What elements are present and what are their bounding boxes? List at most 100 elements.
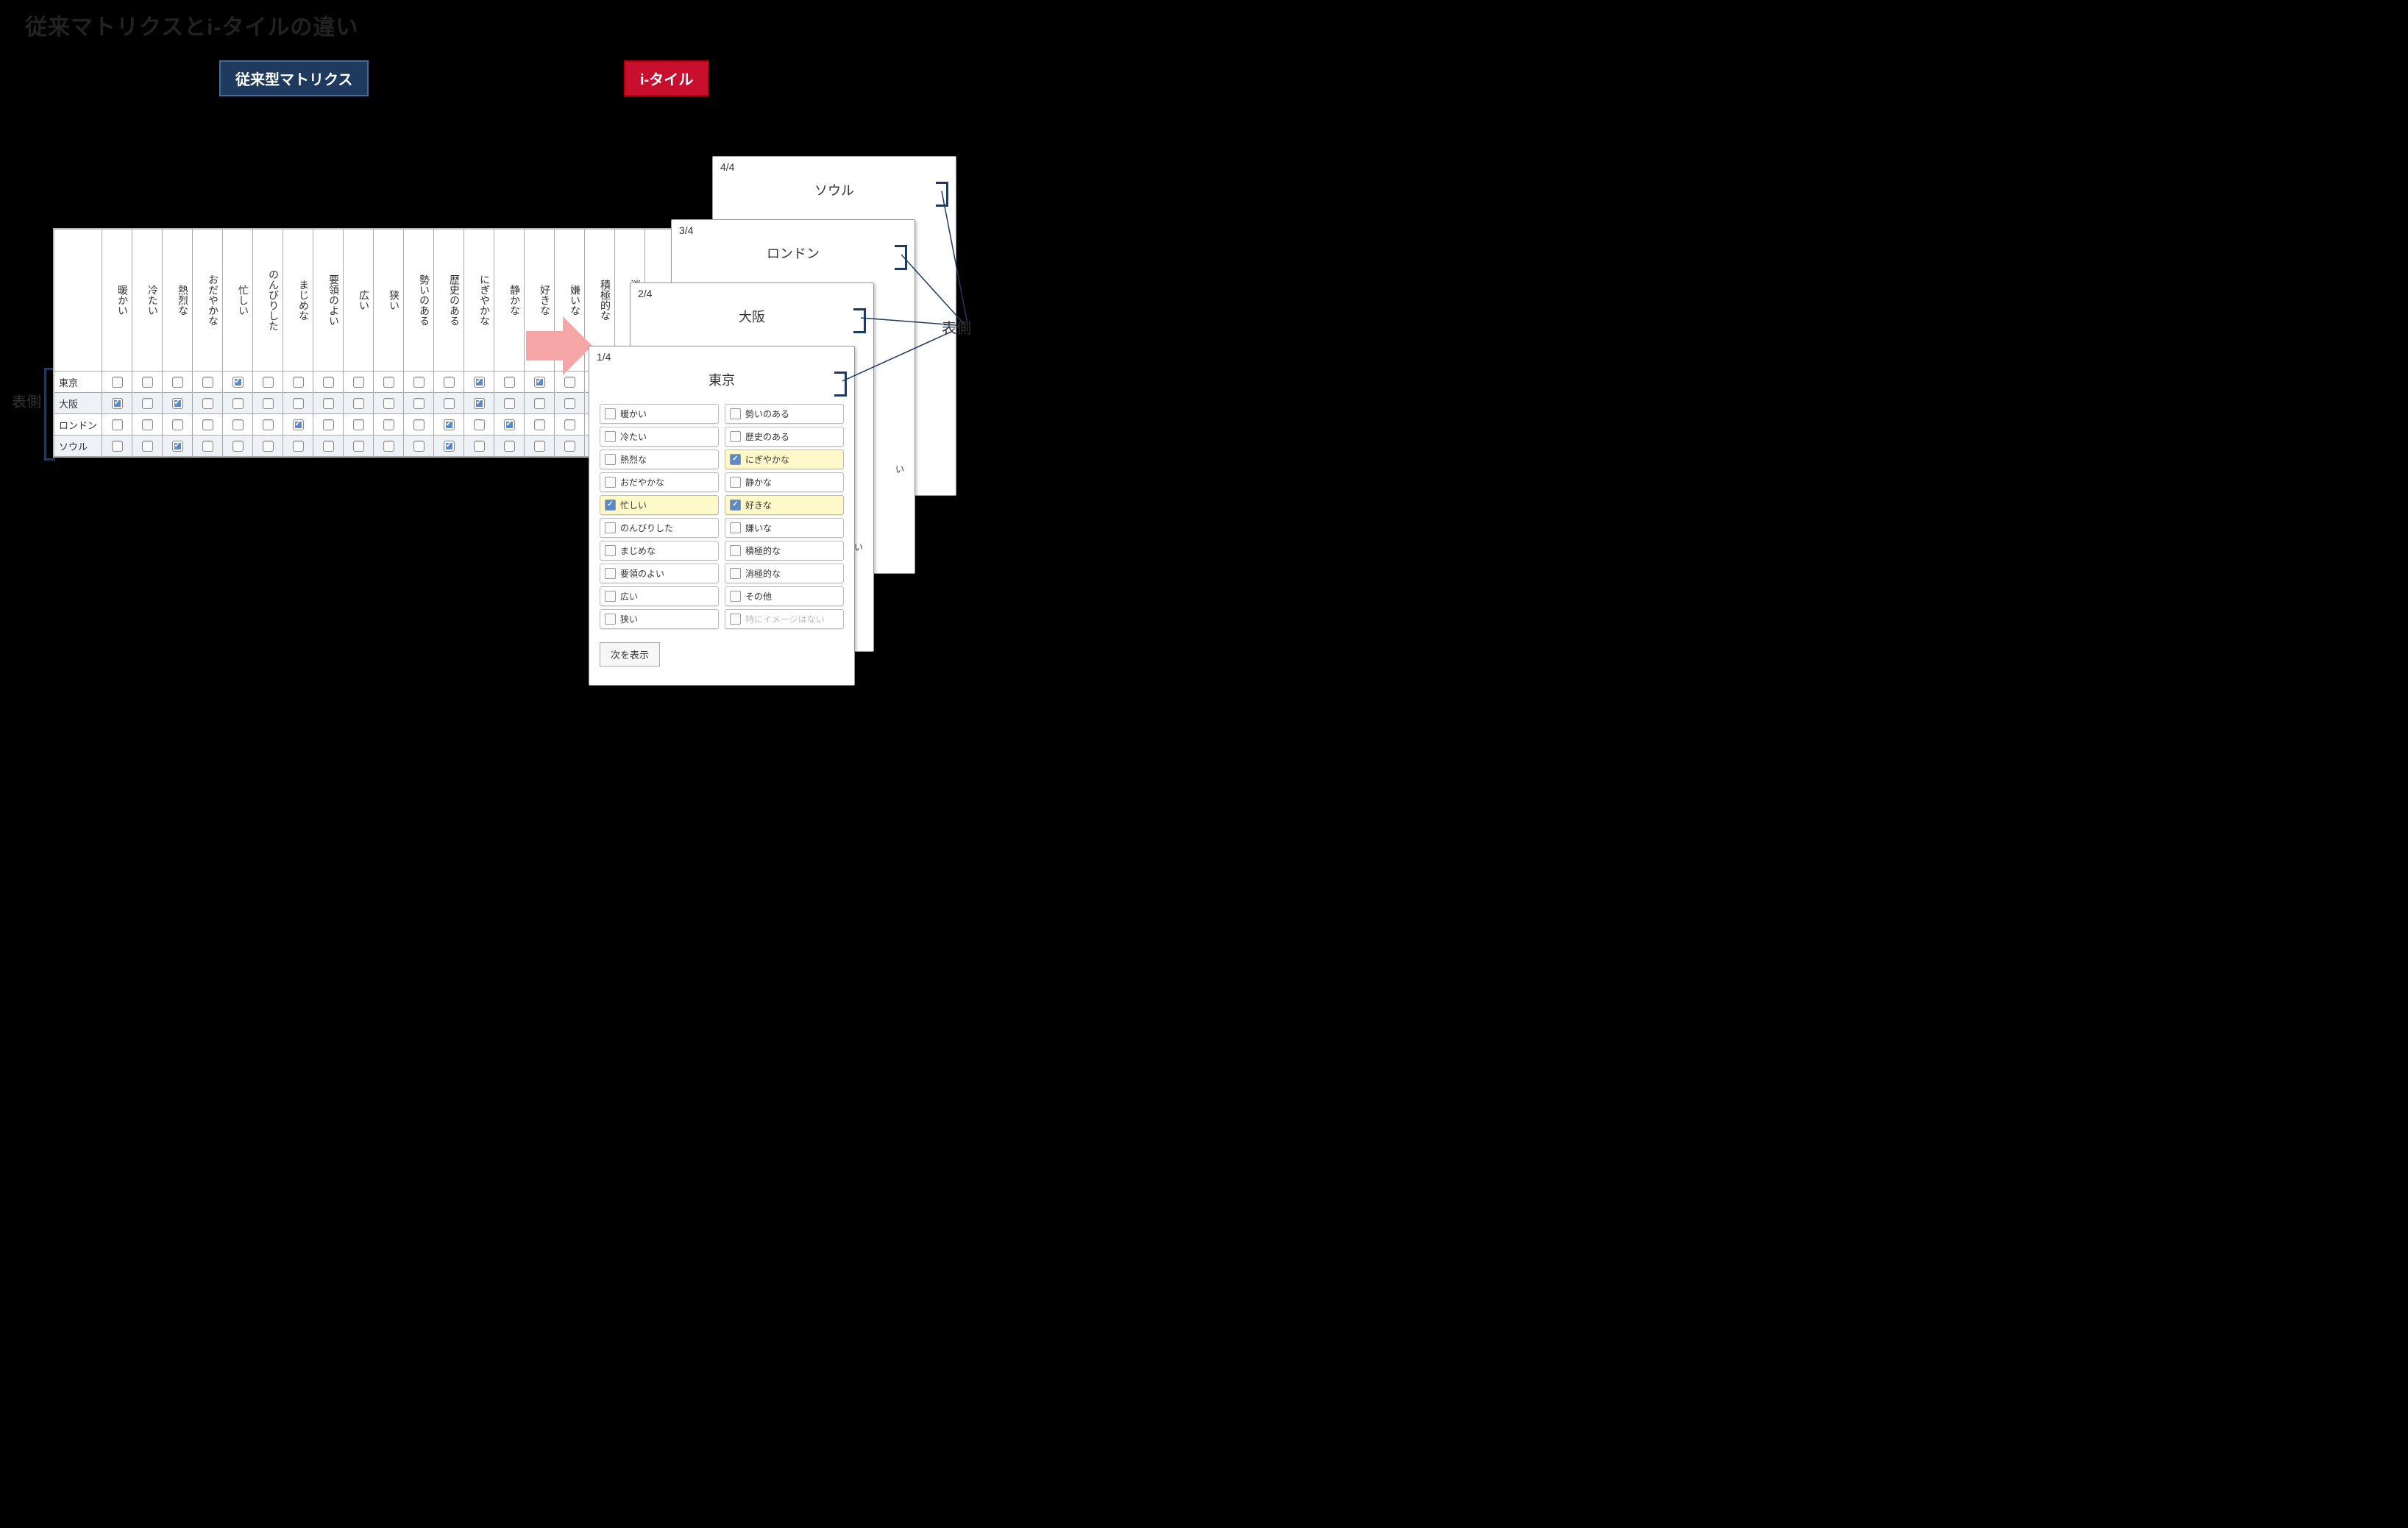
matrix-checkbox[interactable] [172, 419, 183, 430]
matrix-checkbox[interactable] [232, 419, 244, 430]
matrix-checkbox[interactable] [323, 419, 334, 430]
matrix-checkbox[interactable] [172, 398, 183, 409]
tile-option[interactable]: その他 [725, 586, 844, 606]
tile-checkbox[interactable] [605, 431, 616, 442]
matrix-checkbox[interactable] [293, 419, 304, 430]
matrix-checkbox[interactable] [474, 398, 485, 409]
matrix-checkbox[interactable] [534, 419, 545, 430]
tile-option[interactable]: 消極的な [725, 564, 844, 583]
matrix-checkbox[interactable] [444, 441, 455, 452]
tile-checkbox[interactable] [605, 454, 616, 465]
matrix-checkbox[interactable] [474, 419, 485, 430]
tile-option[interactable]: 静かな [725, 472, 844, 492]
matrix-checkbox[interactable] [564, 419, 575, 430]
tile-option[interactable]: 熱烈な [600, 449, 719, 469]
tile-checkbox[interactable] [730, 545, 741, 556]
tile-option[interactable]: まじめな [600, 541, 719, 561]
tile-option[interactable]: にぎやかな [725, 449, 844, 469]
tile-checkbox[interactable] [605, 408, 616, 419]
tile-checkbox[interactable] [730, 568, 741, 579]
matrix-checkbox[interactable] [534, 398, 545, 409]
matrix-checkbox[interactable] [474, 441, 485, 452]
tile-option[interactable]: 冷たい [600, 427, 719, 447]
tile-checkbox[interactable] [730, 522, 741, 533]
tile-checkbox[interactable] [730, 477, 741, 488]
matrix-checkbox[interactable] [142, 398, 153, 409]
tile-option[interactable]: 広い [600, 586, 719, 606]
tile-checkbox[interactable] [730, 614, 741, 625]
tile-option[interactable]: 要領のよい [600, 564, 719, 583]
matrix-checkbox[interactable] [444, 419, 455, 430]
tile-checkbox[interactable] [605, 591, 616, 602]
matrix-checkbox[interactable] [202, 398, 213, 409]
matrix-checkbox[interactable] [353, 419, 364, 430]
matrix-checkbox[interactable] [142, 419, 153, 430]
matrix-checkbox[interactable] [413, 419, 425, 430]
tile-option[interactable]: 歴史のある [725, 427, 844, 447]
matrix-checkbox[interactable] [474, 377, 485, 388]
matrix-checkbox[interactable] [202, 377, 213, 388]
matrix-checkbox[interactable] [353, 398, 364, 409]
tile-checkbox[interactable] [605, 545, 616, 556]
matrix-checkbox[interactable] [263, 377, 274, 388]
tile-option[interactable]: 嫌いな [725, 518, 844, 538]
matrix-checkbox[interactable] [172, 377, 183, 388]
matrix-checkbox[interactable] [112, 419, 123, 430]
matrix-checkbox[interactable] [263, 419, 274, 430]
tile-option[interactable]: 勢いのある [725, 404, 844, 424]
matrix-checkbox[interactable] [534, 377, 545, 388]
tile-option[interactable]: 狭い [600, 609, 719, 629]
matrix-checkbox[interactable] [263, 398, 274, 409]
matrix-checkbox[interactable] [413, 398, 425, 409]
matrix-checkbox[interactable] [142, 377, 153, 388]
matrix-checkbox[interactable] [564, 398, 575, 409]
matrix-checkbox[interactable] [293, 441, 304, 452]
tile-checkbox[interactable] [730, 500, 741, 511]
matrix-checkbox[interactable] [142, 441, 153, 452]
matrix-checkbox[interactable] [504, 398, 515, 409]
matrix-checkbox[interactable] [293, 377, 304, 388]
tile-option[interactable]: のんびりした [600, 518, 719, 538]
tile-checkbox[interactable] [605, 568, 616, 579]
matrix-checkbox[interactable] [383, 398, 394, 409]
matrix-checkbox[interactable] [323, 441, 334, 452]
matrix-checkbox[interactable] [444, 398, 455, 409]
matrix-checkbox[interactable] [413, 377, 425, 388]
matrix-checkbox[interactable] [202, 441, 213, 452]
matrix-checkbox[interactable] [383, 377, 394, 388]
next-button[interactable]: 次を表示 [600, 642, 660, 667]
matrix-checkbox[interactable] [263, 441, 274, 452]
matrix-checkbox[interactable] [112, 377, 123, 388]
tile-option[interactable]: 積極的な [725, 541, 844, 561]
matrix-checkbox[interactable] [232, 377, 244, 388]
matrix-checkbox[interactable] [383, 419, 394, 430]
tile-checkbox[interactable] [730, 431, 741, 442]
tile-option[interactable]: 特にイメージはない [725, 609, 844, 629]
matrix-checkbox[interactable] [232, 441, 244, 452]
matrix-checkbox[interactable] [353, 441, 364, 452]
matrix-checkbox[interactable] [564, 377, 575, 388]
matrix-checkbox[interactable] [504, 441, 515, 452]
tile-checkbox[interactable] [730, 454, 741, 465]
tile-option[interactable]: 好きな [725, 495, 844, 515]
matrix-checkbox[interactable] [293, 398, 304, 409]
tile-option[interactable]: 忙しい [600, 495, 719, 515]
tile-option[interactable]: おだやかな [600, 472, 719, 492]
matrix-checkbox[interactable] [112, 398, 123, 409]
matrix-checkbox[interactable] [202, 419, 213, 430]
matrix-checkbox[interactable] [504, 419, 515, 430]
tile-checkbox[interactable] [605, 614, 616, 625]
matrix-checkbox[interactable] [353, 377, 364, 388]
tile-checkbox[interactable] [730, 591, 741, 602]
matrix-checkbox[interactable] [383, 441, 394, 452]
matrix-checkbox[interactable] [504, 377, 515, 388]
tile-checkbox[interactable] [605, 477, 616, 488]
tile-checkbox[interactable] [730, 408, 741, 419]
matrix-checkbox[interactable] [413, 441, 425, 452]
tile-checkbox[interactable] [605, 522, 616, 533]
tile-option[interactable]: 暖かい [600, 404, 719, 424]
matrix-checkbox[interactable] [232, 398, 244, 409]
matrix-checkbox[interactable] [444, 377, 455, 388]
matrix-checkbox[interactable] [534, 441, 545, 452]
matrix-checkbox[interactable] [564, 441, 575, 452]
